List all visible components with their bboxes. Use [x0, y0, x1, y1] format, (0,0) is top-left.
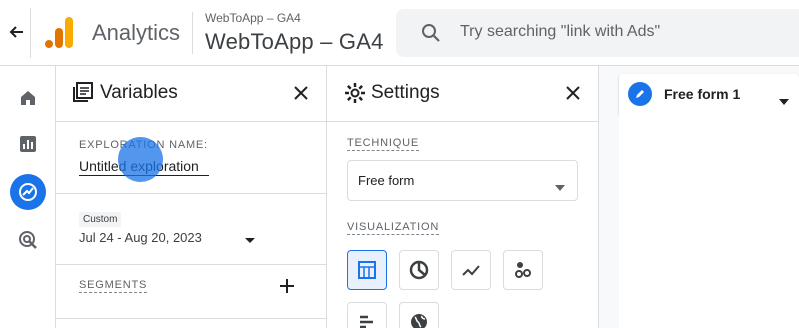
- exploration-name-section: EXPLORATION NAME:: [56, 122, 326, 194]
- technique-select[interactable]: Free form: [347, 160, 578, 201]
- geo-map-icon[interactable]: [399, 302, 439, 328]
- variables-title: Variables: [100, 82, 178, 103]
- add-segment-plus-icon[interactable]: [276, 275, 298, 297]
- bar-chart-icon[interactable]: [347, 302, 387, 328]
- custom-badge: Custom: [79, 212, 122, 227]
- click-indicator: [118, 137, 163, 182]
- close-icon[interactable]: [562, 82, 584, 104]
- settings-panel: Settings TECHNIQUE Free form VISUALIZATI…: [327, 66, 599, 328]
- pencil-icon: [628, 82, 652, 106]
- variables-header: Variables: [56, 66, 326, 122]
- back-arrow-icon[interactable]: [4, 20, 28, 44]
- technique-label: TECHNIQUE: [347, 137, 419, 151]
- home-icon[interactable]: [0, 78, 56, 118]
- property-name[interactable]: WebToApp – GA4: [205, 29, 384, 55]
- technique-value: Free form: [358, 173, 415, 188]
- segments-label: SEGMENTS: [79, 279, 148, 293]
- canvas-body: [619, 114, 799, 328]
- account-name[interactable]: WebToApp – GA4: [205, 11, 301, 25]
- date-range-section: Custom Jul 24 - Aug 20, 2023: [56, 194, 326, 265]
- analytics-logo[interactable]: [44, 17, 74, 48]
- divider: [192, 12, 193, 54]
- explore-icon[interactable]: [0, 172, 56, 212]
- settings-title: Settings: [371, 82, 440, 103]
- divider: [30, 8, 31, 58]
- close-icon[interactable]: [290, 82, 312, 104]
- scatter-icon[interactable]: [503, 250, 543, 290]
- gear-icon: [343, 81, 367, 105]
- dropdown-caret-icon: [555, 178, 565, 191]
- visualization-label: VISUALIZATION: [347, 221, 440, 235]
- settings-header: Settings: [327, 66, 598, 122]
- tab-label: Free form 1: [664, 86, 741, 102]
- donut-chart-icon[interactable]: [399, 250, 439, 290]
- line-chart-icon[interactable]: [451, 250, 491, 290]
- tab-free-form-1[interactable]: Free form 1: [619, 74, 799, 114]
- advertising-icon[interactable]: [0, 220, 56, 260]
- search-icon: [420, 22, 442, 44]
- variables-icon: [72, 81, 96, 105]
- segments-section: SEGMENTS: [56, 265, 326, 319]
- reports-icon[interactable]: [0, 124, 56, 164]
- search-placeholder[interactable]: Try searching "link with Ads": [460, 23, 660, 41]
- app-name: Analytics: [92, 20, 181, 45]
- search-bar[interactable]: Try searching "link with Ads": [396, 9, 799, 57]
- left-nav-rail: [0, 66, 56, 328]
- top-app-bar: Analytics WebToApp – GA4 WebToApp – GA4 …: [0, 0, 799, 66]
- exploration-canvas: Free form 1: [599, 66, 799, 328]
- dropdown-caret-icon[interactable]: [779, 92, 789, 105]
- date-range-value[interactable]: Jul 24 - Aug 20, 2023: [79, 230, 202, 245]
- dropdown-caret-icon[interactable]: [244, 232, 256, 243]
- variables-panel: Variables EXPLORATION NAME: Custom Jul 2…: [56, 66, 327, 328]
- table-icon[interactable]: [347, 250, 387, 290]
